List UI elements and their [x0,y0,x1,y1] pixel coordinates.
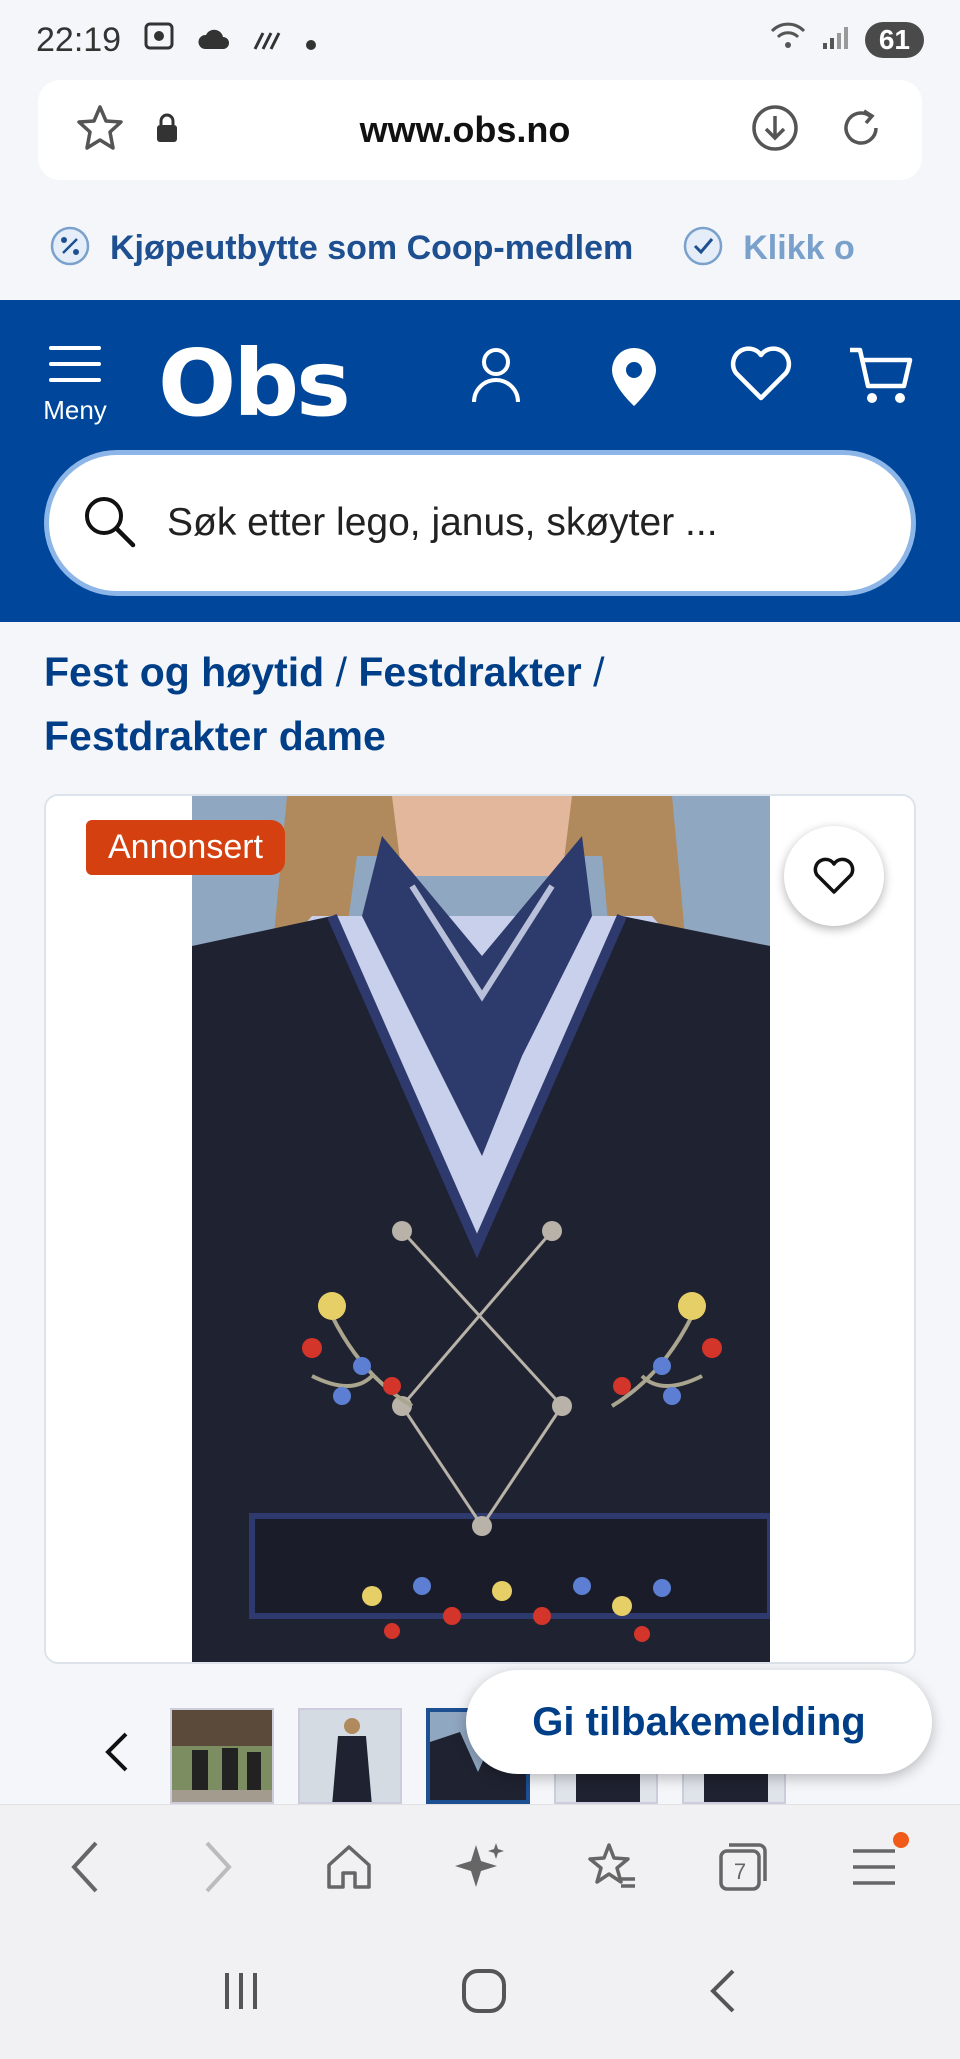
system-navigation [0,1928,960,2059]
wifi-icon [769,21,807,60]
chevron-left-icon[interactable] [100,1730,136,1779]
menu-lines-icon[interactable] [829,1822,919,1912]
status-time: 22:19 [36,20,122,59]
search-icon [81,493,137,554]
check-badge-icon [681,224,725,273]
bookmark-star-icon[interactable] [74,103,126,158]
back-arrow-icon[interactable] [41,1822,131,1912]
thumbnail[interactable] [170,1708,274,1804]
dot-icon [305,21,317,60]
cart-icon[interactable] [848,344,914,413]
breadcrumb: Fest og høytid / Festdrakter / Festdrakt… [44,640,924,768]
search-input[interactable] [167,501,879,545]
ai-sparkle-icon[interactable] [435,1822,525,1912]
search-box[interactable] [44,450,916,596]
cell-signal-icon [821,21,851,60]
breadcrumb-separator: / [335,649,359,695]
promo-item[interactable]: Klikk o [743,229,854,268]
address-bar[interactable]: www.obs.no [38,80,922,180]
favorite-button[interactable] [784,826,884,926]
feedback-button[interactable]: Gi tilbakemelding [466,1670,932,1774]
promo-bar: Kjøpeutbytte som Coop-medlem Klikk o [0,198,960,298]
menu-button[interactable]: Meny [38,344,112,426]
breadcrumb-link[interactable]: Festdrakter dame [44,713,386,759]
account-icon[interactable] [466,344,526,413]
menu-label: Meny [43,395,107,425]
wishlist-heart-icon[interactable] [728,344,794,409]
browser-toolbar: 7 [0,1804,960,1928]
system-back-icon[interactable] [705,1967,741,2020]
notification-dot [893,1831,910,1848]
sponsored-badge: Annonsert [86,820,285,875]
recent-apps-icon[interactable] [219,1969,263,2018]
cloud-icon [197,21,231,60]
product-image[interactable] [192,796,770,1662]
home-button-icon[interactable] [460,1967,508,2020]
lock-icon [154,112,180,149]
breadcrumb-link[interactable]: Fest og høytid [44,649,324,695]
breadcrumb-separator: / [593,649,605,695]
breadcrumb-link[interactable]: Festdrakter [358,649,581,695]
hamburger-icon [49,346,101,382]
status-bar: 22:19 61 [0,0,960,80]
reload-icon[interactable] [836,103,886,158]
promo-item[interactable]: Kjøpeutbytte som Coop-medlem [110,229,633,268]
obs-logo[interactable]: Obs [158,330,351,437]
discount-badge-icon [48,224,92,273]
forward-arrow-icon[interactable] [172,1822,262,1912]
tabs-icon[interactable]: 7 [698,1822,788,1912]
location-pin-icon[interactable] [606,344,662,415]
product-gallery: Annonsert [44,794,916,1664]
url-text[interactable]: www.obs.no [180,109,750,151]
thumbnail[interactable] [298,1708,402,1804]
download-icon[interactable] [750,103,800,158]
screenshot-icon [143,21,175,60]
home-icon[interactable] [304,1822,394,1912]
site-header: Meny Obs [0,300,960,622]
heart-icon [813,857,855,894]
tabs-count: 7 [734,1859,746,1884]
signal-stripes-icon [253,21,283,60]
battery-indicator: 61 [864,22,924,58]
bookmarks-icon[interactable] [566,1822,656,1912]
